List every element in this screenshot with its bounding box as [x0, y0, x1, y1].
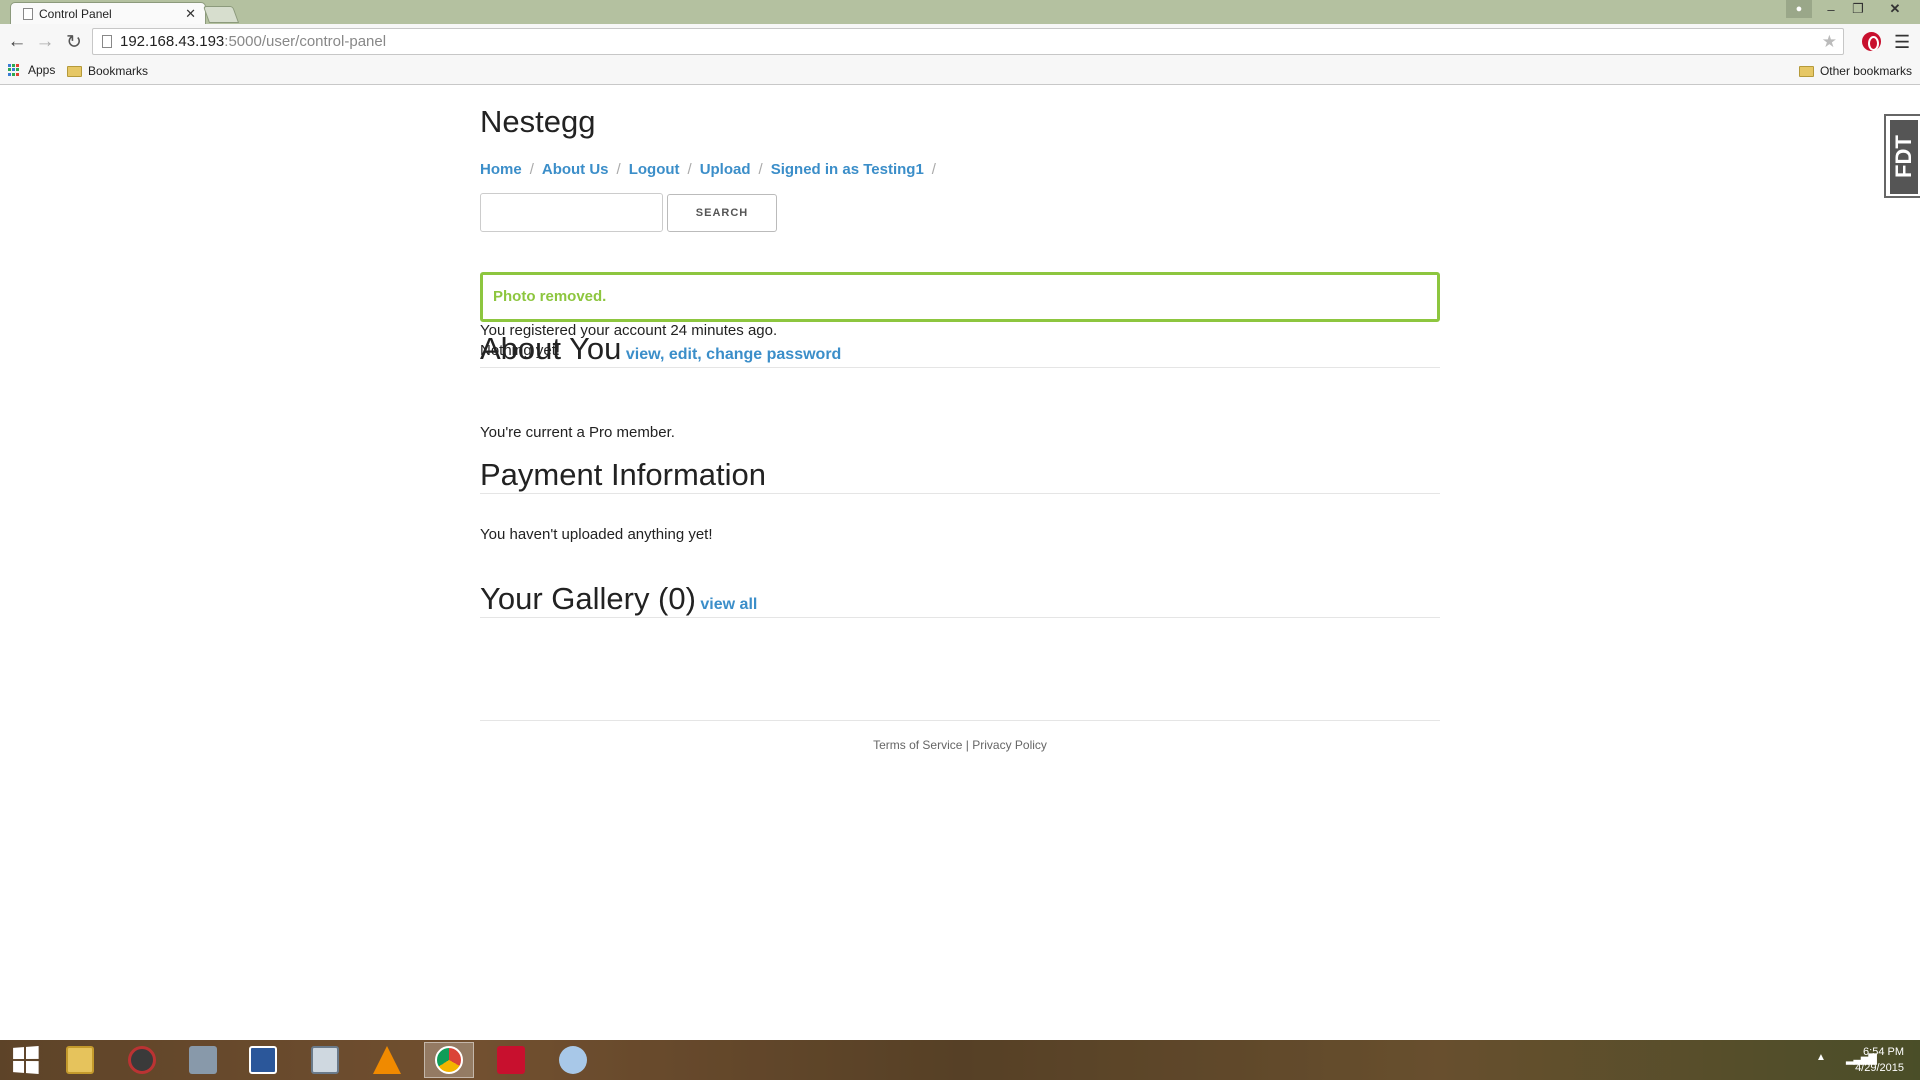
nav-separator: /: [931, 161, 936, 178]
bookmark-apps-label: Apps: [28, 63, 56, 77]
site-title: Nestegg: [480, 104, 596, 139]
nav-separator: /: [529, 161, 534, 178]
membership-text: You're current a Pro member.: [480, 424, 675, 441]
change-password-link[interactable]: change password: [706, 346, 841, 363]
window-close-icon[interactable]: ✕: [1876, 0, 1914, 18]
user-profile-icon[interactable]: ●: [1786, 0, 1812, 18]
clock-time[interactable]: 6:54 PM: [1863, 1046, 1904, 1058]
microsoft-word-icon[interactable]: [238, 1042, 288, 1078]
browser-title-bar: Control Panel ✕ ● – ❐ ✕: [0, 0, 1920, 25]
google-chrome-icon[interactable]: [424, 1042, 474, 1078]
calculator-icon[interactable]: [300, 1042, 350, 1078]
file-explorer-icon[interactable]: [55, 1042, 105, 1078]
privacy-policy-link[interactable]: Privacy Policy: [972, 738, 1047, 752]
search-input[interactable]: [480, 193, 663, 232]
gallery-heading: Your Gallery (0): [480, 581, 696, 616]
nav-upload[interactable]: Upload: [700, 161, 751, 178]
nav-separator: /: [758, 161, 763, 178]
bookmark-folder-other[interactable]: Other bookmarks: [1798, 64, 1912, 78]
folder-icon: [1798, 65, 1814, 77]
footer: Terms of Service | Privacy Policy: [480, 738, 1440, 752]
bookmark-star-icon[interactable]: ★: [1822, 29, 1837, 54]
app-settings-icon[interactable]: [117, 1042, 167, 1078]
paint-icon[interactable]: [548, 1042, 598, 1078]
browser-tab-control-panel[interactable]: Control Panel ✕: [10, 2, 206, 25]
nav-home[interactable]: Home: [480, 161, 522, 178]
other-bookmarks-label: Other bookmarks: [1819, 64, 1912, 78]
footer-divider: [480, 720, 1440, 721]
about-edit-link[interactable]: edit: [669, 346, 697, 363]
bookmark-folder-bookmarks[interactable]: Bookmarks: [67, 64, 148, 78]
footer-separator: |: [965, 738, 969, 752]
about-view-link[interactable]: view: [626, 346, 660, 363]
browser-menu-icon[interactable]: ☰: [1894, 32, 1910, 53]
page-icon: [23, 8, 33, 20]
vlc-media-player-icon[interactable]: [362, 1042, 412, 1078]
nav-signed-in-user[interactable]: Signed in as Testing1: [771, 161, 924, 178]
flash-alert: Photo removed.: [480, 272, 1440, 322]
link-comma: ,: [697, 346, 707, 363]
folder-icon: [67, 65, 82, 77]
url-path: :5000/user/control-panel: [224, 33, 387, 50]
tab-title: Control Panel: [39, 7, 112, 21]
gallery-view-all-link[interactable]: view all: [700, 596, 757, 613]
bookmark-apps[interactable]: Apps: [8, 63, 55, 77]
payment-header: Payment Information: [480, 457, 1440, 494]
gallery-header: Your Gallery (0) view all: [480, 581, 1440, 618]
windows-taskbar: [0, 1040, 1920, 1080]
payment-heading: Payment Information: [480, 457, 767, 492]
apps-grid-icon: [8, 64, 20, 76]
nav-logout[interactable]: Logout: [629, 161, 680, 178]
adobe-reader-icon[interactable]: [486, 1042, 536, 1078]
breadcrumb-nav: Home / About Us / Logout / Upload / Signed in as…: [480, 161, 944, 178]
nav-separator: /: [616, 161, 621, 178]
opera-extension-icon[interactable]: [1862, 32, 1881, 51]
bookmarks-bar: Apps Bookmarks Other bookmarks: [0, 59, 1920, 85]
network-settings-icon[interactable]: [178, 1042, 228, 1078]
minimize-icon[interactable]: –: [1819, 0, 1843, 18]
fdt-side-widget[interactable]: FDT: [1884, 114, 1920, 198]
registered-text: You registered your account 24 minutes a…: [480, 322, 778, 339]
terms-of-service-link[interactable]: Terms of Service: [873, 738, 962, 752]
page-info-icon[interactable]: [102, 35, 112, 48]
nav-about-us[interactable]: About Us: [542, 161, 609, 178]
restore-icon[interactable]: ❐: [1845, 0, 1871, 18]
forward-arrow-icon[interactable]: →: [33, 30, 57, 54]
about-status-text: Nothing yet!: [480, 342, 561, 359]
bookmark-folder-label: Bookmarks: [88, 64, 149, 78]
url-host: 192.168.43.193: [120, 33, 225, 50]
new-tab-button[interactable]: [202, 6, 240, 23]
gallery-empty-text: You haven't uploaded anything yet!: [480, 526, 713, 543]
address-bar[interactable]: 192.168.43.193:5000/user/control-panel ★: [92, 28, 1844, 55]
close-tab-icon[interactable]: ✕: [185, 6, 196, 22]
fdt-badge: FDT: [1890, 120, 1918, 194]
browser-toolbar: ← → ↻ 192.168.43.193:5000/user/control-p…: [0, 24, 1920, 59]
system-tray: ▲ ▂▃▅▇ 6:54 PM 4/29/2015: [1800, 1040, 1920, 1080]
clock-date[interactable]: 4/29/2015: [1855, 1062, 1904, 1074]
nav-separator: /: [687, 161, 692, 178]
back-arrow-icon[interactable]: ←: [5, 30, 29, 54]
windows-start-icon[interactable]: [0, 1042, 50, 1078]
tray-expand-icon[interactable]: ▲: [1816, 1052, 1826, 1063]
search-button[interactable]: SEARCH: [667, 194, 777, 232]
link-comma: ,: [659, 346, 669, 363]
reload-icon[interactable]: ↻: [62, 30, 86, 54]
